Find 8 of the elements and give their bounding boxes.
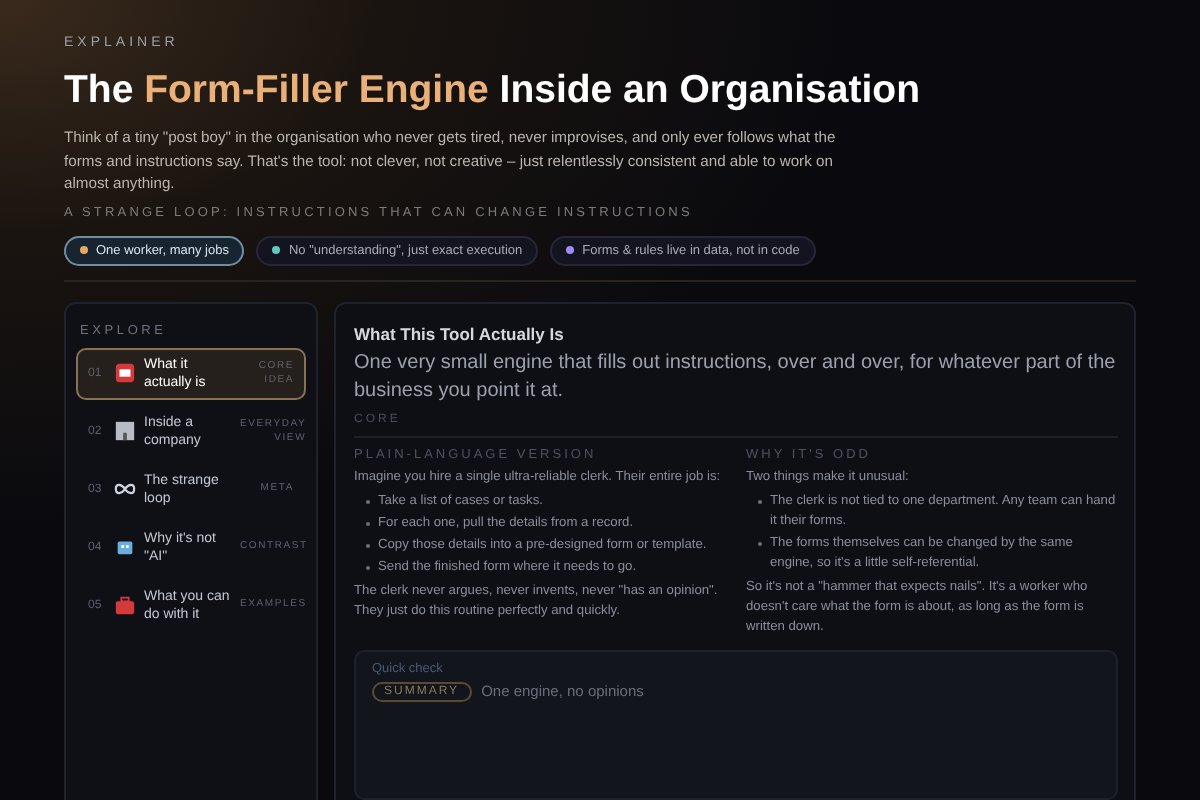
toolbox-icon	[114, 594, 136, 616]
panel-lede: One very small engine that fills out instructions, over and over, for whatever part of the business you point it at.	[354, 349, 1118, 405]
panel-title: What This Tool Actually Is	[354, 323, 566, 343]
card-icon	[114, 362, 136, 384]
infinity-icon	[114, 478, 136, 500]
building-icon	[114, 420, 136, 442]
page-title: The Form-Filler Engine Inside an Organisation	[64, 68, 922, 114]
robot-icon	[114, 536, 136, 558]
